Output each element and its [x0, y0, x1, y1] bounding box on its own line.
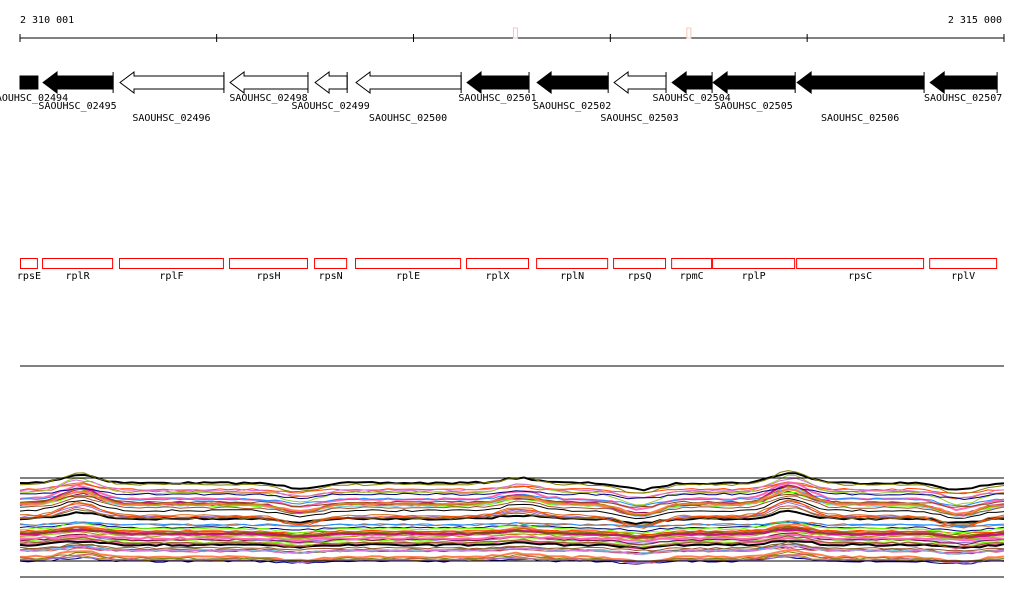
gene-name-rpsQ[interactable]: rpsQ: [613, 258, 667, 283]
gene-name-rpmC[interactable]: rpmC: [671, 258, 713, 283]
gene-name-label: rplN: [560, 271, 584, 282]
genome-browser-view: 2 310 001 2 315 000 SAOUHSC_02494SAOUHSC…: [0, 15, 1005, 578]
gene-id-label: SAOUHSC_02505: [714, 101, 792, 112]
gene-id-label: SAOUHSC_02501: [458, 93, 536, 104]
gene-name-label: rplX: [485, 271, 509, 282]
gene-name-rplP[interactable]: rplP: [712, 258, 796, 283]
expression-profile-track: [19, 470, 1005, 565]
gene-name-box: [20, 258, 38, 269]
gene-saouhsc_02507[interactable]: SAOUHSC_02507: [924, 71, 1002, 104]
gene-name-box: [929, 258, 998, 269]
gene-name-rplX[interactable]: rplX: [466, 258, 530, 283]
gene-arrow: [229, 71, 309, 94]
gene-name-box: [466, 258, 530, 269]
gene-name-box: [712, 258, 796, 269]
gene-arrow: [796, 71, 925, 94]
gene-saouhsc_02506[interactable]: SAOUHSC_02506: [796, 71, 925, 124]
gene-id-label: SAOUHSC_02495: [38, 101, 116, 112]
gene-name-label: rpsC: [848, 271, 872, 282]
gene-arrow: [19, 75, 39, 90]
gene-name-label: rpmC: [680, 271, 704, 282]
gene-arrow: [466, 71, 530, 94]
profile-line: [19, 472, 1005, 492]
gene-saouhsc_02495[interactable]: SAOUHSC_02495: [38, 71, 117, 112]
gene-name-box: [119, 258, 224, 269]
gene-arrow: [355, 71, 462, 94]
gene-name-track: rpsE rplR rplF rpsH rpsN rplE rplX rplN rpsQ rpmC…: [17, 258, 998, 283]
gene-name-box: [355, 258, 462, 269]
gene-id-label: SAOUHSC_02503: [600, 113, 678, 124]
gene-name-rplE[interactable]: rplE: [355, 258, 462, 283]
gene-name-label: rplP: [742, 271, 766, 282]
gene-name-rplF[interactable]: rplF: [119, 258, 224, 283]
gene-saouhsc_02500[interactable]: SAOUHSC_02500: [355, 71, 462, 124]
gene-name-rpsE[interactable]: rpsE: [17, 258, 41, 283]
gene-id-label: SAOUHSC_02496: [132, 113, 210, 124]
ruler-end-label: 2 315 000: [948, 15, 1002, 26]
gene-id-label: SAOUHSC_02500: [369, 113, 447, 124]
gene-name-box: [536, 258, 609, 269]
gene-arrow: [671, 71, 713, 94]
gene-saouhsc_02496[interactable]: SAOUHSC_02496: [119, 71, 225, 124]
gene-name-label: rplR: [66, 271, 91, 282]
gene-name-box: [314, 258, 348, 269]
gene-name-label: rpsH: [256, 271, 280, 282]
gene-arrow: [42, 71, 114, 94]
gene-arrow: [536, 71, 609, 94]
ruler-marker: [686, 27, 692, 39]
gene-name-rplV[interactable]: rplV: [929, 258, 998, 283]
gene-arrow: [314, 71, 348, 94]
gene-id-label: SAOUHSC_02506: [821, 113, 899, 124]
gene-name-box: [613, 258, 667, 269]
gene-name-box: [229, 258, 308, 269]
gene-saouhsc_02505[interactable]: SAOUHSC_02505: [712, 71, 796, 112]
gene-arrow: [613, 71, 667, 94]
gene-name-rpsN[interactable]: rpsN: [314, 258, 348, 283]
gene-name-rpsH[interactable]: rpsH: [229, 258, 308, 283]
ruler-marker: [512, 27, 518, 39]
gene-saouhsc_02502[interactable]: SAOUHSC_02502: [533, 71, 611, 112]
gene-name-box: [42, 258, 114, 269]
gene-saouhsc_02498[interactable]: SAOUHSC_02498: [229, 71, 309, 104]
gene-name-box: [671, 258, 713, 269]
gene-name-label: rpsQ: [628, 271, 652, 282]
gene-saouhsc_02501[interactable]: SAOUHSC_02501: [458, 71, 537, 104]
gene-name-label: rpsE: [17, 271, 41, 282]
gene-name-label: rplV: [951, 271, 975, 282]
gene-name-label: rplE: [396, 271, 420, 282]
gene-id-label: SAOUHSC_02499: [291, 101, 369, 112]
gene-name-label: rpsN: [319, 271, 343, 282]
gene-arrow: [712, 71, 796, 94]
gene-name-rplR[interactable]: rplR: [42, 258, 114, 283]
coordinate-ruler: 2 310 001 2 315 000: [19, 15, 1005, 42]
gene-id-label: SAOUHSC_02507: [924, 93, 1002, 104]
gene-name-label: rplF: [159, 271, 183, 282]
gene-arrow: [119, 71, 225, 94]
gene-name-rplN[interactable]: rplN: [536, 258, 609, 283]
gene-id-label: SAOUHSC_02502: [533, 101, 611, 112]
gene-track: SAOUHSC_02494SAOUHSC_02495SAOUHSC_02496S…: [0, 71, 1002, 124]
gene-name-rpsC[interactable]: rpsC: [796, 258, 925, 283]
gene-name-box: [796, 258, 925, 269]
ruler-start-label: 2 310 001: [20, 15, 74, 26]
gene-arrow: [929, 71, 998, 94]
